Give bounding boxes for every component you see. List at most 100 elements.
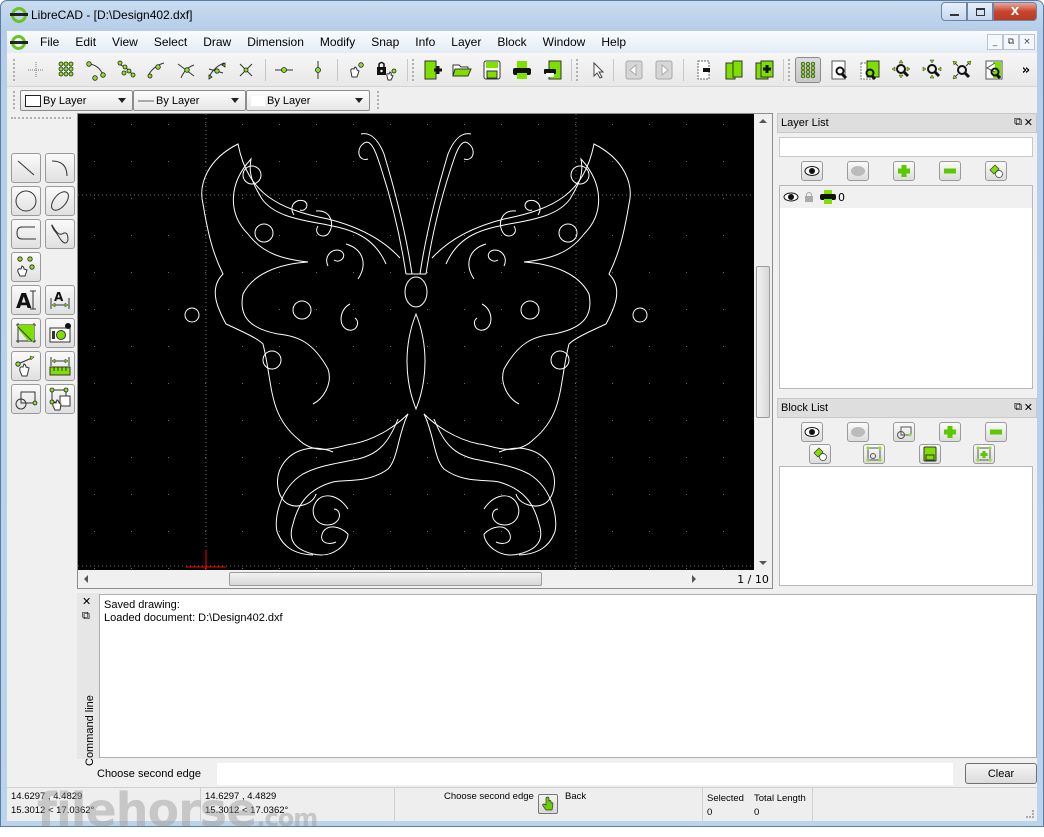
menu-window[interactable]: Window bbox=[535, 31, 594, 53]
layer-row[interactable]: 0 bbox=[780, 186, 1032, 208]
zoom-window-button[interactable] bbox=[827, 57, 853, 83]
insert-block-button[interactable] bbox=[973, 444, 995, 464]
zoom-in-button[interactable] bbox=[889, 57, 915, 83]
draw-ellipse-button[interactable] bbox=[45, 186, 75, 216]
draw-line-button[interactable] bbox=[11, 153, 41, 183]
save-file-button[interactable] bbox=[479, 57, 505, 83]
toolbar-overflow-button[interactable]: » bbox=[1013, 57, 1039, 83]
float-dock-icon[interactable]: ⧉ bbox=[1014, 116, 1022, 129]
save-block-button[interactable] bbox=[919, 444, 941, 464]
modify-tool-button[interactable] bbox=[11, 351, 41, 381]
document-icon[interactable] bbox=[10, 34, 28, 50]
snap-on-entity-button[interactable] bbox=[113, 57, 139, 83]
line-type-select[interactable]: By Layer bbox=[246, 90, 370, 111]
scroll-up-icon[interactable] bbox=[759, 119, 767, 123]
clear-button[interactable]: Clear bbox=[965, 763, 1037, 784]
scroll-right-icon[interactable] bbox=[692, 575, 696, 583]
snap-endpoints-button[interactable] bbox=[83, 57, 109, 83]
snap-free-button[interactable] bbox=[23, 57, 49, 83]
zoom-out-button[interactable] bbox=[919, 57, 945, 83]
open-file-button[interactable] bbox=[449, 57, 475, 83]
redo-button[interactable] bbox=[651, 57, 677, 83]
zoom-auto-button[interactable] bbox=[949, 57, 975, 83]
hide-all-layers-button[interactable] bbox=[847, 161, 869, 181]
float-dock-icon[interactable]: ⧉ bbox=[1014, 401, 1022, 414]
layer-filter-input[interactable] bbox=[779, 137, 1033, 157]
menu-draw[interactable]: Draw bbox=[195, 31, 239, 53]
restrict-horizontal-button[interactable] bbox=[271, 57, 297, 83]
new-file-button[interactable] bbox=[419, 57, 445, 83]
vertical-scrollbar[interactable] bbox=[754, 114, 772, 570]
menu-view[interactable]: View bbox=[104, 31, 146, 53]
new-from-template-button[interactable] bbox=[751, 57, 777, 83]
mdi-restore-button[interactable]: ⧉ bbox=[1003, 34, 1019, 50]
lock-relative-zero-button[interactable] bbox=[373, 57, 399, 83]
add-block-button[interactable] bbox=[939, 422, 961, 442]
restrict-vertical-button[interactable] bbox=[305, 57, 331, 83]
horizontal-scroll-thumb[interactable] bbox=[229, 572, 542, 586]
close-dock-icon[interactable]: ✕ bbox=[1024, 116, 1033, 129]
dimension-tool-button[interactable]: A bbox=[45, 285, 75, 315]
edit-block-button[interactable] bbox=[863, 444, 885, 464]
menu-layer[interactable]: Layer bbox=[443, 31, 489, 53]
menu-snap[interactable]: Snap bbox=[363, 31, 407, 53]
scroll-left-icon[interactable] bbox=[84, 575, 88, 583]
close-button[interactable]: X bbox=[993, 2, 1037, 21]
draw-spline-button[interactable] bbox=[45, 219, 75, 249]
show-all-blocks-button[interactable] bbox=[801, 422, 823, 442]
menu-info[interactable]: Info bbox=[407, 31, 443, 53]
create-block-button[interactable] bbox=[893, 422, 915, 442]
edit-layer-button[interactable] bbox=[985, 161, 1007, 181]
float-dock-icon[interactable]: ⧉ bbox=[82, 609, 90, 623]
menu-modify[interactable]: Modify bbox=[312, 31, 363, 53]
maximize-button[interactable] bbox=[967, 2, 993, 21]
scroll-down-icon[interactable] bbox=[759, 561, 767, 565]
remove-layer-button[interactable] bbox=[939, 161, 961, 181]
close-dock-icon[interactable]: ✕ bbox=[82, 595, 91, 608]
minimize-button[interactable] bbox=[941, 2, 967, 21]
toggle-grid-button[interactable] bbox=[795, 57, 821, 83]
vertical-scroll-thumb[interactable] bbox=[756, 266, 770, 418]
line-width-select[interactable]: By Layer bbox=[133, 90, 246, 111]
insert-image-button[interactable] bbox=[45, 318, 75, 348]
command-input[interactable] bbox=[217, 763, 953, 785]
menu-edit[interactable]: Edit bbox=[67, 31, 104, 53]
relative-zero-button[interactable] bbox=[343, 57, 369, 83]
menu-select[interactable]: Select bbox=[146, 31, 195, 53]
snap-intersection-button[interactable] bbox=[233, 57, 259, 83]
new-window-button[interactable] bbox=[721, 57, 747, 83]
mdi-close-button[interactable]: × bbox=[1019, 34, 1035, 50]
draw-polyline-button[interactable] bbox=[11, 219, 41, 249]
zoom-previous-button[interactable] bbox=[981, 57, 1007, 83]
close-dock-icon[interactable]: ✕ bbox=[1024, 401, 1033, 414]
snap-distance-button[interactable] bbox=[203, 57, 229, 83]
menu-help[interactable]: Help bbox=[593, 31, 634, 53]
menu-file[interactable]: File bbox=[32, 31, 67, 53]
palette-grip[interactable] bbox=[11, 117, 71, 119]
block-tool-button[interactable] bbox=[11, 384, 41, 414]
print-button[interactable] bbox=[509, 57, 535, 83]
draw-arc-button[interactable] bbox=[45, 153, 75, 183]
draw-circle-button[interactable] bbox=[11, 186, 41, 216]
zoom-pan-button[interactable] bbox=[857, 57, 883, 83]
hatch-tool-button[interactable] bbox=[11, 318, 41, 348]
snap-middle-button[interactable] bbox=[173, 57, 199, 83]
toolbar-grip[interactable] bbox=[13, 59, 16, 81]
snap-grid-button[interactable] bbox=[53, 57, 79, 83]
menu-block[interactable]: Block bbox=[489, 31, 534, 53]
select-pointer-button[interactable] bbox=[585, 57, 611, 83]
print-preview-button[interactable] bbox=[539, 57, 565, 83]
add-layer-button[interactable] bbox=[893, 161, 915, 181]
snap-center-button[interactable] bbox=[143, 57, 169, 83]
undo-button[interactable] bbox=[621, 57, 647, 83]
remove-block-button[interactable] bbox=[985, 422, 1007, 442]
hide-all-blocks-button[interactable] bbox=[847, 422, 869, 442]
mdi-minimize-button[interactable]: _ bbox=[987, 34, 1003, 50]
select-tool-button[interactable] bbox=[45, 384, 75, 414]
drawing-canvas[interactable] bbox=[78, 114, 754, 570]
menu-dimension[interactable]: Dimension bbox=[239, 31, 312, 53]
resize-grip[interactable] bbox=[1026, 810, 1034, 818]
rename-block-button[interactable] bbox=[809, 444, 831, 464]
close-window-button[interactable] bbox=[691, 57, 717, 83]
color-select[interactable]: By Layer bbox=[20, 90, 133, 111]
